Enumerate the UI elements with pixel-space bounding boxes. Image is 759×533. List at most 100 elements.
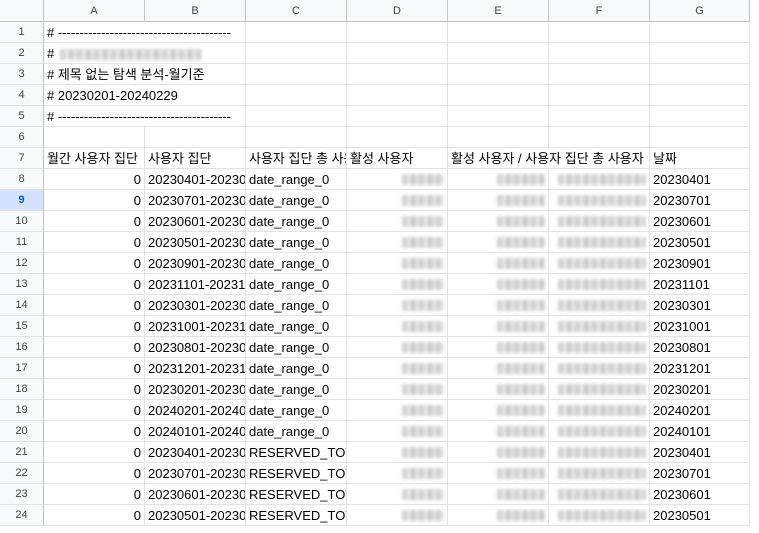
cell-d21[interactable] <box>347 442 448 463</box>
cell-c21[interactable]: RESERVED_TOTAL <box>246 442 347 463</box>
cell-e17[interactable] <box>448 358 549 379</box>
cell-d1[interactable] <box>347 22 448 43</box>
cell-f13[interactable] <box>549 274 650 295</box>
cell-a10[interactable]: 0 <box>44 211 145 232</box>
row-header-22[interactable]: 22 <box>0 463 44 484</box>
row-header-21[interactable]: 21 <box>0 442 44 463</box>
cell-a7[interactable]: 월간 사용자 집단 <box>44 148 145 169</box>
cell-b6[interactable] <box>145 127 246 148</box>
cell-e7[interactable]: 활성 사용자 / 사용자 집단 총 사용자 <box>448 148 644 169</box>
cell-g4[interactable] <box>650 85 750 106</box>
cell-d15[interactable] <box>347 316 448 337</box>
cell-g21[interactable]: 20230401 <box>650 442 750 463</box>
cell-g13[interactable]: 20231101 <box>650 274 750 295</box>
cell-a8[interactable]: 0 <box>44 169 145 190</box>
cell-e11[interactable] <box>448 232 549 253</box>
cell-e14[interactable] <box>448 295 549 316</box>
cell-c11[interactable]: date_range_0 <box>246 232 347 253</box>
cell-g12[interactable]: 20230901 <box>650 253 750 274</box>
cell-f24[interactable] <box>549 505 650 526</box>
cell-g22[interactable]: 20230701 <box>650 463 750 484</box>
cell-c7[interactable]: 사용자 집단 총 사용자 <box>246 148 347 169</box>
column-header-a[interactable]: A <box>44 0 145 22</box>
cell-c5[interactable] <box>246 106 347 127</box>
cell-e22[interactable] <box>448 463 549 484</box>
column-header-e[interactable]: E <box>448 0 549 22</box>
cell-b13[interactable]: 20231101-20231130 <box>145 274 246 295</box>
cell-b23[interactable]: 20230601-20230630 <box>145 484 246 505</box>
cell-c19[interactable]: date_range_0 <box>246 400 347 421</box>
cell-a3[interactable]: # 제목 없는 탐색 분석-월기준 <box>44 64 205 85</box>
cell-f15[interactable] <box>549 316 650 337</box>
cell-a24[interactable]: 0 <box>44 505 145 526</box>
cell-a2[interactable]: # <box>44 43 203 64</box>
cell-g6[interactable] <box>650 127 750 148</box>
cell-b18[interactable]: 20230201-20230228 <box>145 379 246 400</box>
cell-d3[interactable] <box>347 64 448 85</box>
spreadsheet-grid[interactable]: A B C D E F G 1 # ------------------------------… <box>0 0 759 533</box>
row-header-3[interactable]: 3 <box>0 64 44 85</box>
cell-c10[interactable]: date_range_0 <box>246 211 347 232</box>
cell-g19[interactable]: 20240201 <box>650 400 750 421</box>
cell-b22[interactable]: 20230701-20230731 <box>145 463 246 484</box>
cell-b14[interactable]: 20230301-20230331 <box>145 295 246 316</box>
cell-d12[interactable] <box>347 253 448 274</box>
row-header-11[interactable]: 11 <box>0 232 44 253</box>
cell-f22[interactable] <box>549 463 650 484</box>
row-header-18[interactable]: 18 <box>0 379 44 400</box>
cell-a1[interactable]: # --------------------------------------… <box>44 22 231 43</box>
column-header-b[interactable]: B <box>145 0 246 22</box>
cell-e20[interactable] <box>448 421 549 442</box>
row-header-9[interactable]: 9 <box>0 190 44 211</box>
cell-e9[interactable] <box>448 190 549 211</box>
cell-b11[interactable]: 20230501-20230531 <box>145 232 246 253</box>
cell-a13[interactable]: 0 <box>44 274 145 295</box>
cell-e13[interactable] <box>448 274 549 295</box>
cell-e18[interactable] <box>448 379 549 400</box>
cell-c18[interactable]: date_range_0 <box>246 379 347 400</box>
cell-c22[interactable]: RESERVED_TOTAL <box>246 463 347 484</box>
cell-d2[interactable] <box>347 43 448 64</box>
cell-c24[interactable]: RESERVED_TOTAL <box>246 505 347 526</box>
cell-d19[interactable] <box>347 400 448 421</box>
cell-g20[interactable]: 20240101 <box>650 421 750 442</box>
column-header-c[interactable]: C <box>246 0 347 22</box>
cell-c14[interactable]: date_range_0 <box>246 295 347 316</box>
cell-f16[interactable] <box>549 337 650 358</box>
cell-b9[interactable]: 20230701-20230731 <box>145 190 246 211</box>
cell-c9[interactable]: date_range_0 <box>246 190 347 211</box>
cell-a16[interactable]: 0 <box>44 337 145 358</box>
cell-b16[interactable]: 20230801-20230831 <box>145 337 246 358</box>
cell-e5[interactable] <box>448 106 549 127</box>
cell-f6[interactable] <box>549 127 650 148</box>
cell-f2[interactable] <box>549 43 650 64</box>
cell-e8[interactable] <box>448 169 549 190</box>
cell-g7[interactable]: 날짜 <box>650 148 750 169</box>
cell-g2[interactable] <box>650 43 750 64</box>
row-header-14[interactable]: 14 <box>0 295 44 316</box>
cell-e24[interactable] <box>448 505 549 526</box>
cell-f20[interactable] <box>549 421 650 442</box>
cell-a5[interactable]: # --------------------------------------… <box>44 106 231 127</box>
row-header-15[interactable]: 15 <box>0 316 44 337</box>
cell-f9[interactable] <box>549 190 650 211</box>
cell-f5[interactable] <box>549 106 650 127</box>
row-header-4[interactable]: 4 <box>0 85 44 106</box>
cell-a18[interactable]: 0 <box>44 379 145 400</box>
cell-a11[interactable]: 0 <box>44 232 145 253</box>
cell-d7[interactable]: 활성 사용자 <box>347 148 448 169</box>
row-header-10[interactable]: 10 <box>0 211 44 232</box>
cell-e12[interactable] <box>448 253 549 274</box>
cell-g9[interactable]: 20230701 <box>650 190 750 211</box>
cell-c16[interactable]: date_range_0 <box>246 337 347 358</box>
cell-g17[interactable]: 20231201 <box>650 358 750 379</box>
cell-b15[interactable]: 20231001-20231031 <box>145 316 246 337</box>
cell-e10[interactable] <box>448 211 549 232</box>
cell-g23[interactable]: 20230601 <box>650 484 750 505</box>
cell-c15[interactable]: date_range_0 <box>246 316 347 337</box>
cell-f18[interactable] <box>549 379 650 400</box>
cell-d11[interactable] <box>347 232 448 253</box>
cell-e6[interactable] <box>448 127 549 148</box>
cell-d24[interactable] <box>347 505 448 526</box>
cell-a21[interactable]: 0 <box>44 442 145 463</box>
